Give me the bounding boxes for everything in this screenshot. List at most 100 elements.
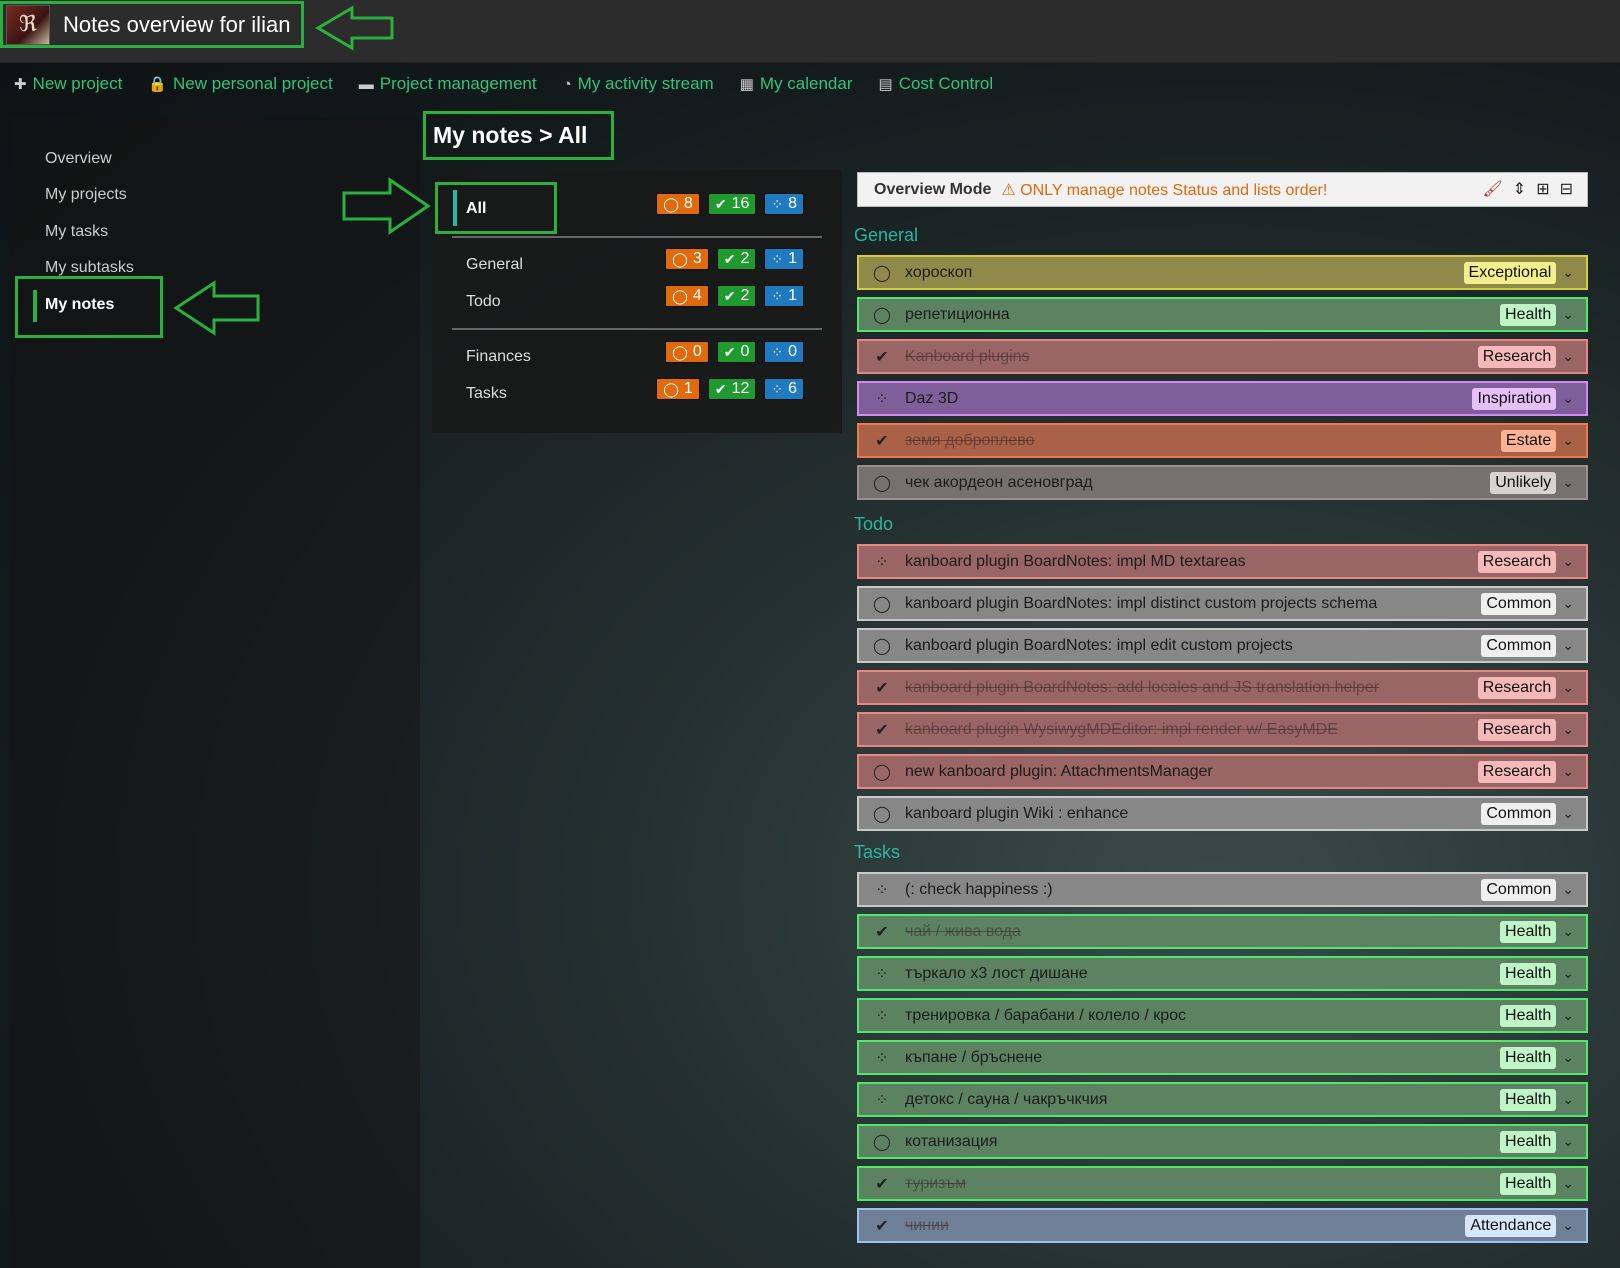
annotation-arrow-left-icon bbox=[315, 5, 394, 51]
category-all[interactable]: All bbox=[466, 200, 486, 218]
note-row[interactable]: ⁘ търкало x3 лост дишане Health ⌄ bbox=[857, 956, 1588, 991]
chevron-down-icon[interactable]: ⌄ bbox=[1562, 763, 1574, 780]
open-count-badge: ◯ 3 bbox=[665, 248, 709, 270]
chevron-down-icon[interactable]: ⌄ bbox=[1562, 805, 1574, 822]
note-row[interactable]: ⁘ Daz 3D Inspiration ⌄ bbox=[857, 381, 1588, 416]
note-row[interactable]: ◯ kanboard plugin Wiki : enhance Common ⌄ bbox=[857, 796, 1588, 831]
circle-icon[interactable]: ◯ bbox=[867, 263, 897, 283]
chevron-down-icon[interactable]: ⌄ bbox=[1562, 721, 1574, 738]
check-icon[interactable]: ✔ bbox=[867, 431, 897, 451]
note-row[interactable]: ◯ котанизация Health ⌄ bbox=[857, 1124, 1588, 1159]
check-icon[interactable]: ✔ bbox=[867, 347, 897, 367]
note-row[interactable]: ◯ kanboard plugin BoardNotes: impl edit c… bbox=[857, 628, 1588, 663]
category-tasks[interactable]: Tasks bbox=[466, 385, 507, 403]
chevron-down-icon[interactable]: ⌄ bbox=[1562, 1007, 1574, 1024]
brush-icon[interactable]: 🖌 bbox=[1482, 179, 1502, 199]
sidebar-item-my-tasks[interactable]: My tasks bbox=[45, 223, 108, 241]
top-nav: ✚ New project 🔒 New personal project ▬ Projec… bbox=[14, 74, 1019, 94]
app-logo[interactable]: ℜ bbox=[6, 4, 50, 45]
spinner-icon[interactable]: ⁘ bbox=[867, 389, 897, 409]
circle-icon[interactable]: ◯ bbox=[867, 636, 897, 656]
spinner-icon[interactable]: ⁘ bbox=[867, 964, 897, 984]
note-text: (: check happiness :) bbox=[905, 880, 1053, 898]
sidebar-item-my-subtasks[interactable]: My subtasks bbox=[45, 259, 134, 277]
chevron-down-icon[interactable]: ⌄ bbox=[1562, 881, 1574, 898]
note-row[interactable]: ⁘ (: check happiness :) Common ⌄ bbox=[857, 872, 1588, 907]
chevron-down-icon[interactable]: ⌄ bbox=[1562, 1217, 1574, 1234]
chevron-down-icon[interactable]: ⌄ bbox=[1562, 348, 1574, 365]
check-icon[interactable]: ✔ bbox=[867, 1174, 897, 1194]
check-icon[interactable]: ✔ bbox=[867, 922, 897, 942]
circle-icon[interactable]: ◯ bbox=[867, 762, 897, 782]
circle-icon[interactable]: ◯ bbox=[867, 305, 897, 325]
sidebar-item-overview[interactable]: Overview bbox=[45, 150, 112, 168]
note-row[interactable]: ◯ new kanboard plugin: AttachmentsManager… bbox=[857, 754, 1588, 789]
spinner-icon[interactable]: ⁘ bbox=[867, 1006, 897, 1026]
note-row[interactable]: ✔ чай / жива вода Health ⌄ bbox=[857, 914, 1588, 949]
collapse-all-icon[interactable]: ⊟ bbox=[1560, 179, 1573, 199]
chevron-down-icon[interactable]: ⌄ bbox=[1562, 1175, 1574, 1192]
chevron-down-icon[interactable]: ⌄ bbox=[1562, 923, 1574, 940]
note-category-tag: Health bbox=[1500, 1004, 1557, 1027]
circle-icon[interactable]: ◯ bbox=[867, 594, 897, 614]
note-text: земя доброплево bbox=[905, 431, 1035, 449]
sidebar-item-my-projects[interactable]: My projects bbox=[45, 186, 127, 204]
progress-count-badge: ⁘ 8 bbox=[764, 193, 804, 215]
chevron-down-icon[interactable]: ⌄ bbox=[1562, 637, 1574, 654]
note-text: kanboard plugin BoardNotes: impl distinc… bbox=[905, 594, 1378, 612]
note-row[interactable]: ✔ земя доброплево Estate ⌄ bbox=[857, 423, 1588, 458]
sort-icon[interactable]: ⇕ bbox=[1513, 179, 1526, 199]
note-row[interactable]: ◯ kanboard plugin BoardNotes: impl distin… bbox=[857, 586, 1588, 621]
note-row[interactable]: ◯ репетиционна Health ⌄ bbox=[857, 297, 1588, 332]
note-row[interactable]: ✔ туризъм Health ⌄ bbox=[857, 1166, 1588, 1201]
note-row[interactable]: ✔ чинии Attendance ⌄ bbox=[857, 1208, 1588, 1243]
chevron-down-icon[interactable]: ⌄ bbox=[1562, 679, 1574, 696]
note-text: чек акордеон асеновград bbox=[905, 473, 1093, 491]
check-icon[interactable]: ✔ bbox=[867, 1216, 897, 1236]
nav-new-personal-project[interactable]: 🔒 New personal project bbox=[148, 74, 332, 94]
spinner-icon[interactable]: ⁘ bbox=[867, 880, 897, 900]
nav-my-activity-stream[interactable]: ◔ My activity stream bbox=[563, 74, 714, 94]
spinner-icon[interactable]: ⁘ bbox=[867, 552, 897, 572]
chevron-down-icon[interactable]: ⌄ bbox=[1562, 432, 1574, 449]
nav-project-management[interactable]: ▬ Project management bbox=[359, 74, 537, 94]
category-finances[interactable]: Finances bbox=[466, 348, 531, 366]
chevron-down-icon[interactable]: ⌄ bbox=[1562, 1049, 1574, 1066]
circle-icon[interactable]: ◯ bbox=[867, 473, 897, 493]
nav-new-project[interactable]: ✚ New project bbox=[14, 74, 122, 94]
note-row[interactable]: ⁘ детокс / сауна / чакръчкчия Health ⌄ bbox=[857, 1082, 1588, 1117]
note-category-tag: Health bbox=[1500, 303, 1557, 326]
note-row[interactable]: ✔ kanboard plugin BoardNotes: add locales… bbox=[857, 670, 1588, 705]
chevron-down-icon[interactable]: ⌄ bbox=[1562, 553, 1574, 570]
spinner-icon[interactable]: ⁘ bbox=[867, 1048, 897, 1068]
page-title: My notes > All bbox=[433, 122, 588, 148]
chevron-down-icon[interactable]: ⌄ bbox=[1562, 1091, 1574, 1108]
spinner-icon[interactable]: ⁘ bbox=[867, 1090, 897, 1110]
note-row[interactable]: ◯ чек акордеон асеновград Unlikely ⌄ bbox=[857, 465, 1588, 500]
note-row[interactable]: ⁘ тренировка / барабани / колело / крос He… bbox=[857, 998, 1588, 1033]
nav-cost-control[interactable]: ▤ Cost Control bbox=[879, 74, 994, 94]
check-icon[interactable]: ✔ bbox=[867, 678, 897, 698]
circle-icon[interactable]: ◯ bbox=[867, 804, 897, 824]
chevron-down-icon[interactable]: ⌄ bbox=[1562, 306, 1574, 323]
sidebar-item-my-notes[interactable]: My notes bbox=[45, 296, 114, 314]
check-icon[interactable]: ✔ bbox=[867, 720, 897, 740]
nav-label: My activity stream bbox=[577, 74, 714, 93]
category-general[interactable]: General bbox=[466, 256, 523, 274]
note-row[interactable]: ⁘ kanboard plugin BoardNotes: impl MD tex… bbox=[857, 544, 1588, 579]
chevron-down-icon[interactable]: ⌄ bbox=[1562, 595, 1574, 612]
overview-mode-bar: Overview Mode ⚠ ONLY manage notes Status… bbox=[857, 172, 1588, 207]
note-row[interactable]: ✔ Kanboard plugins Research ⌄ bbox=[857, 339, 1588, 374]
chevron-down-icon[interactable]: ⌄ bbox=[1562, 390, 1574, 407]
category-todo[interactable]: Todo bbox=[466, 293, 501, 311]
nav-my-calendar[interactable]: ▦ My calendar bbox=[740, 74, 853, 94]
chevron-down-icon[interactable]: ⌄ bbox=[1562, 1133, 1574, 1150]
chevron-down-icon[interactable]: ⌄ bbox=[1562, 474, 1574, 491]
expand-all-icon[interactable]: ⊞ bbox=[1536, 179, 1549, 199]
note-row[interactable]: ◯ хороскоп Exceptional ⌄ bbox=[857, 255, 1588, 290]
note-row[interactable]: ✔ kanboard plugin WysiwygMDEditor: impl r… bbox=[857, 712, 1588, 747]
chevron-down-icon[interactable]: ⌄ bbox=[1562, 965, 1574, 982]
circle-icon[interactable]: ◯ bbox=[867, 1132, 897, 1152]
chevron-down-icon[interactable]: ⌄ bbox=[1562, 264, 1574, 281]
note-row[interactable]: ⁘ къпане / бръснене Health ⌄ bbox=[857, 1040, 1588, 1075]
